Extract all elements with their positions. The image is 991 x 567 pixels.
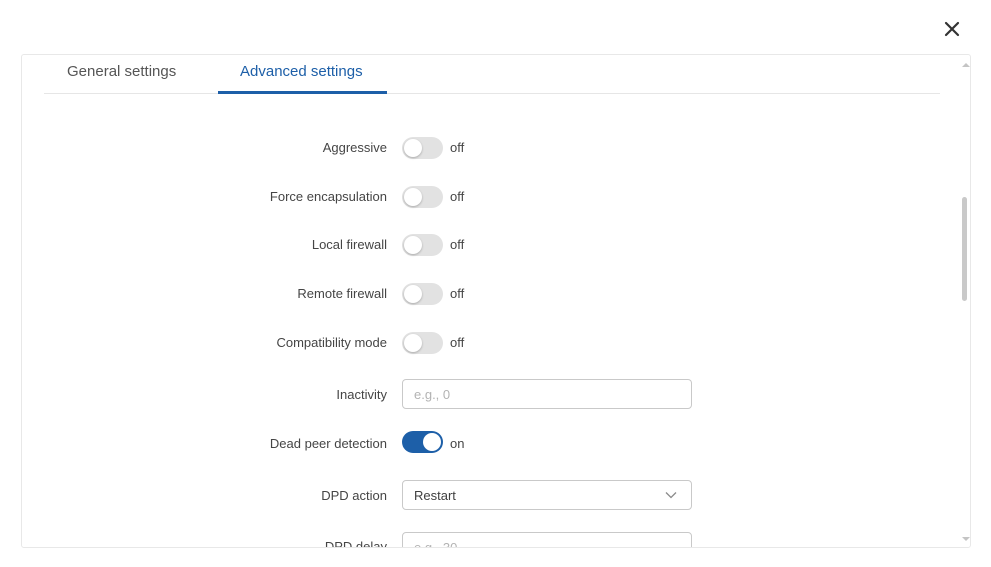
chevron-down-icon [665,492,677,499]
active-tab-indicator [218,91,387,94]
toggle-knob [423,433,441,451]
tab-general-settings[interactable]: General settings [67,63,176,80]
close-button[interactable] [940,17,964,41]
remote-firewall-state: off [450,286,465,301]
close-icon [944,21,960,37]
toggle-knob [404,334,422,352]
tab-advanced-settings[interactable]: Advanced settings [240,63,363,80]
local-firewall-state: off [450,237,465,252]
compatibility-mode-state: off [450,335,465,350]
local-firewall-toggle[interactable] [402,234,443,256]
toggle-knob [404,236,422,254]
compatibility-mode-toggle[interactable] [402,332,443,354]
scroll-down-arrow-icon[interactable] [962,537,970,541]
dpd-action-label: DPD action [321,488,387,503]
inactivity-input[interactable] [402,379,692,409]
dpd-action-select[interactable]: Restart [402,480,692,510]
dead-peer-detection-label: Dead peer detection [269,436,387,451]
scrollbar-thumb[interactable] [962,197,967,301]
dpd-action-value: Restart [414,488,456,503]
aggressive-toggle[interactable] [402,137,443,159]
inactivity-label: Inactivity [336,387,387,402]
aggressive-state: off [450,140,465,155]
toggle-knob [404,285,422,303]
dead-peer-detection-state: on [450,436,465,451]
settings-panel: General settings Advanced settings Aggre… [21,54,971,548]
force-encapsulation-label: Force encapsulation [269,189,387,204]
compatibility-mode-label: Compatibility mode [276,335,387,350]
scrollbar[interactable] [958,55,970,547]
force-encapsulation-state: off [450,189,465,204]
remote-firewall-label: Remote firewall [297,286,387,301]
dpd-delay-label: DPD delay [324,539,387,548]
dpd-delay-input[interactable] [402,532,692,547]
force-encapsulation-toggle[interactable] [402,186,443,208]
dead-peer-detection-toggle[interactable] [402,431,443,453]
remote-firewall-toggle[interactable] [402,283,443,305]
scroll-up-arrow-icon[interactable] [962,63,970,67]
aggressive-label: Aggressive [322,140,387,155]
local-firewall-label: Local firewall [311,237,387,252]
toggle-knob [404,139,422,157]
toggle-knob [404,188,422,206]
tab-bar: General settings Advanced settings [44,55,940,94]
